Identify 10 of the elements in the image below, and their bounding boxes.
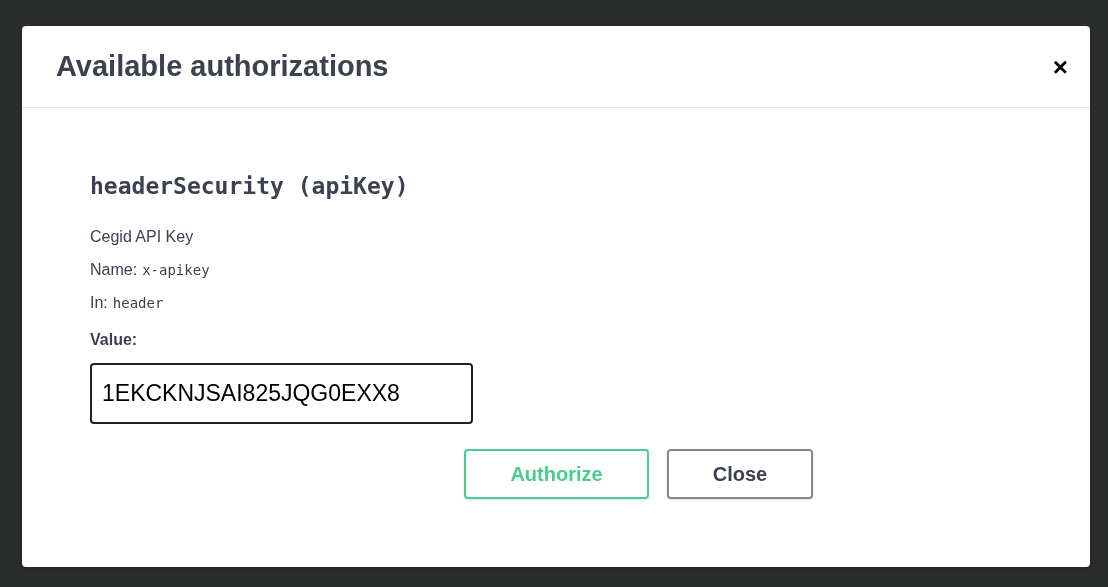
value-field[interactable]: 1EKCKNJSAI825JQG0EXX8 <box>90 363 473 424</box>
close-button[interactable]: Close <box>667 449 813 499</box>
scheme-heading: headerSecurity (apiKey) <box>90 172 409 201</box>
field-label: Name: <box>90 260 138 280</box>
field-label: In: <box>90 293 108 313</box>
field-value: header <box>112 294 164 313</box>
scheme-description: Cegid API Key <box>90 227 194 247</box>
value-label: Value: <box>90 330 138 350</box>
field-value: x-apikey <box>142 261 210 280</box>
dialog-title: Available authorizations <box>56 48 389 84</box>
